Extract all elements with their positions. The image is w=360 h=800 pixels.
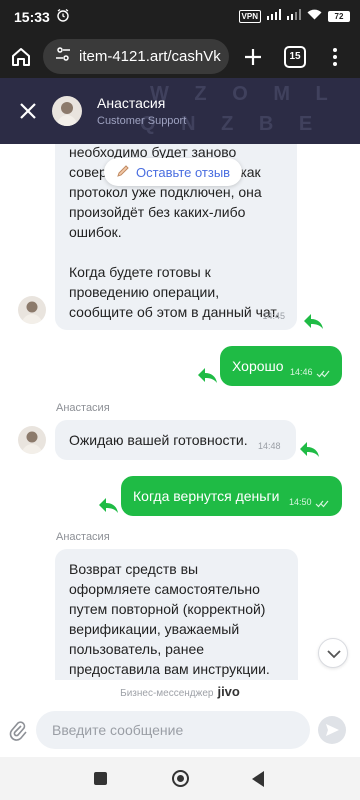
home-nav-button[interactable]: [172, 770, 189, 787]
sender-name: Анастасия: [56, 531, 110, 543]
agent-avatar: [18, 296, 46, 324]
paperclip-icon: [9, 721, 27, 741]
brand-text: Бизнес-мессенджер: [120, 688, 214, 699]
message-time: 14:45: [262, 311, 285, 321]
message-time: 14:48: [258, 441, 281, 451]
close-chat-button[interactable]: [16, 99, 40, 123]
send-button[interactable]: [318, 716, 346, 744]
message-line: произойдёт без каких-либо: [69, 204, 246, 220]
message-line: ошибок.: [69, 224, 122, 240]
message-line: путем повторной (корректной): [69, 601, 266, 617]
read-checks-icon: [315, 493, 329, 513]
incoming-message: Возврат средств вы оформляете самостояте…: [55, 549, 298, 680]
chevron-down-icon: [327, 650, 341, 659]
sender-name: Анастасия: [56, 402, 110, 414]
message-line: пользователь, ранее: [69, 641, 205, 657]
battery-icon: 72: [328, 10, 350, 22]
home-icon: [12, 48, 30, 66]
message-text: Ожидаю вашей готовности.: [69, 432, 248, 448]
incoming-message: Ожидаю вашей готовности. 14:48: [55, 420, 296, 460]
header-decoration: W Z O M LQ N Z B E: [140, 78, 360, 144]
more-vertical-icon: [333, 48, 337, 66]
message-line: предоставила вам инструкции.: [69, 661, 270, 677]
system-nav-bar: [0, 757, 360, 800]
review-label: Оставьте отзыв: [136, 164, 231, 180]
message-line: Когда будете готовы к: [69, 264, 211, 280]
agent-role: Customer Support: [97, 115, 187, 127]
plus-icon: [245, 49, 261, 65]
reply-icon[interactable]: [196, 366, 218, 384]
svg-text:W Z O M L: W Z O M L: [150, 83, 338, 105]
message-line: проведению операции,: [69, 284, 220, 300]
message-time: 14:46: [290, 367, 313, 377]
browser-menu-button[interactable]: [322, 44, 348, 70]
chat-header: W Z O M LQ N Z B E Анастасия Customer Su…: [0, 78, 360, 144]
address-bar[interactable]: item-4121.art/cashVk: [43, 39, 229, 74]
reply-icon[interactable]: [302, 312, 324, 330]
message-composer: [0, 706, 360, 756]
vpn-icon: VPN: [238, 9, 261, 23]
tab-switcher-button[interactable]: 15: [284, 46, 306, 68]
reply-icon[interactable]: [97, 496, 119, 514]
scroll-down-button[interactable]: [318, 638, 348, 668]
leave-review-button[interactable]: Оставьте отзыв: [104, 158, 243, 186]
powered-by: Бизнес-мессенджер jivo: [0, 684, 360, 706]
message-text: Когда вернутся деньги: [133, 488, 280, 504]
message-line: [69, 242, 283, 262]
outgoing-message: Когда вернутся деньги 14:50: [121, 476, 342, 516]
message-feed[interactable]: необходимо будет заново совершить операц…: [0, 144, 360, 680]
wifi-icon: [307, 9, 322, 23]
agent-avatar: [18, 426, 46, 454]
message-time: 14:50: [289, 497, 312, 507]
jivo-logo[interactable]: jivo: [217, 684, 239, 699]
message-text: Хорошо: [232, 358, 284, 374]
new-tab-button[interactable]: [240, 44, 266, 70]
outgoing-message: Хорошо 14:46: [220, 346, 342, 386]
site-settings-icon[interactable]: [55, 46, 71, 67]
message-line: Возврат средств вы: [69, 561, 199, 577]
status-time: 15:33: [14, 9, 50, 25]
send-icon: [326, 724, 339, 736]
status-bar: 15:33 VPN 72: [0, 0, 360, 36]
url-text: item-4121.art/cashVk: [79, 48, 221, 65]
message-input[interactable]: [36, 711, 310, 749]
status-icons: VPN 72: [238, 9, 350, 23]
agent-avatar: [52, 96, 82, 126]
signal-icon: [267, 9, 281, 23]
home-button[interactable]: [8, 44, 34, 70]
attach-button[interactable]: [8, 720, 28, 742]
message-line: сообщите об этом в данный чат.: [69, 304, 280, 320]
read-checks-icon: [316, 363, 330, 383]
pen-icon: [116, 164, 130, 181]
close-icon: [20, 103, 36, 119]
message-line: оформляете самостоятельно: [69, 581, 260, 597]
browser-toolbar: item-4121.art/cashVk 15: [0, 36, 360, 78]
agent-name: Анастасия: [97, 95, 166, 111]
signal-icon-2: [287, 9, 301, 23]
back-button[interactable]: [252, 771, 264, 787]
recents-button[interactable]: [94, 772, 107, 785]
message-line: верификации, уважаемый: [69, 621, 240, 637]
alarm-icon: [56, 8, 70, 27]
reply-icon[interactable]: [298, 440, 320, 458]
